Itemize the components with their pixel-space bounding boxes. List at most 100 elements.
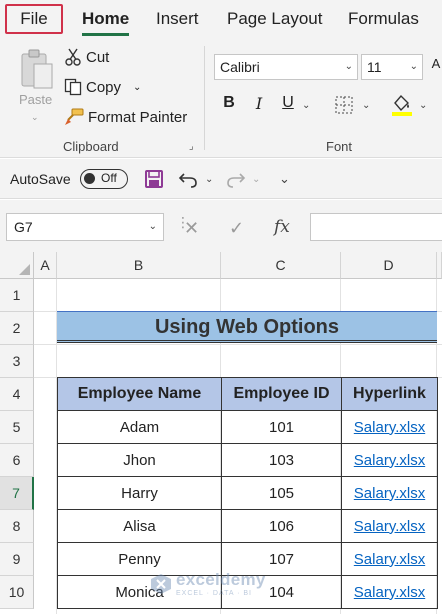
hyperlink[interactable]: Salary.xlsx [354, 551, 425, 568]
hyperlink-cell[interactable]: Salary.xlsx [341, 476, 438, 510]
employee-name-cell[interactable]: Jhon [57, 443, 222, 477]
cancel-icon[interactable]: ✕ [184, 218, 199, 239]
employee-id-cell[interactable]: 106 [221, 509, 342, 543]
tab-home[interactable]: Home [82, 9, 130, 36]
underline-button[interactable]: U [278, 94, 298, 112]
table-header-row: Employee Name Employee ID Hyperlink [57, 377, 438, 411]
chevron-down-icon: ⌄ [344, 61, 353, 72]
hyperlink[interactable]: Salary.xlsx [354, 485, 425, 502]
copy-icon [64, 78, 82, 96]
row-header[interactable]: 5 [0, 411, 34, 444]
italic-button[interactable]: I [249, 94, 269, 113]
copy-button[interactable]: Copy ⌄ [64, 78, 141, 96]
row-header[interactable]: 3 [0, 345, 34, 378]
paste-icon[interactable] [18, 48, 54, 90]
hyperlink[interactable]: Salary.xlsx [354, 518, 425, 535]
column-header-b[interactable]: B [57, 252, 221, 279]
undo-icon[interactable] [178, 169, 198, 189]
cut-button[interactable]: Cut [64, 48, 109, 66]
redo-dropdown-icon[interactable]: ⌄ [252, 174, 260, 185]
increase-font-size-icon[interactable]: A [426, 56, 442, 71]
row-header[interactable]: 2 [0, 312, 34, 345]
group-separator [204, 46, 205, 150]
tab-formulas[interactable]: Formulas [348, 9, 419, 29]
toggle-knob [84, 173, 95, 184]
header-employee-id[interactable]: Employee ID [221, 377, 342, 411]
row-header-active[interactable]: 7 [0, 477, 34, 510]
hyperlink-cell[interactable]: Salary.xlsx [341, 575, 438, 609]
save-icon[interactable] [144, 169, 164, 189]
table-row: Adam 101 Salary.xlsx [57, 410, 438, 444]
chevron-down-icon: ⌄ [409, 61, 418, 72]
formula-input[interactable] [310, 213, 442, 241]
font-name-select[interactable]: Calibri ⌄ [214, 54, 358, 80]
column-header-d[interactable]: D [341, 252, 437, 279]
formula-bar: G7 ⌄ ⋮ ✕ ✓ fx [0, 200, 442, 252]
fill-color-dropdown-icon[interactable]: ⌄ [419, 100, 427, 111]
font-size-value: 11 [367, 59, 382, 75]
select-all-button[interactable] [0, 252, 34, 279]
hyperlink[interactable]: Salary.xlsx [354, 584, 425, 601]
row-header[interactable]: 4 [0, 378, 34, 411]
ribbon: Paste ⌄ Cut Copy ⌄ Format Painter Clipbo… [0, 38, 442, 158]
insert-function-button[interactable]: fx [274, 217, 290, 237]
font-size-select[interactable]: 11 ⌄ [361, 54, 423, 80]
tab-insert[interactable]: Insert [156, 9, 199, 29]
employee-name-cell[interactable]: Adam [57, 410, 222, 444]
hyperlink-cell[interactable]: Salary.xlsx [341, 509, 438, 543]
name-box-value: G7 [14, 219, 33, 235]
hyperlink-cell[interactable]: Salary.xlsx [341, 443, 438, 477]
autosave-toggle[interactable]: Off [80, 169, 128, 189]
format-painter-button[interactable]: Format Painter [64, 108, 187, 126]
underline-dropdown-icon[interactable]: ⌄ [302, 100, 310, 111]
header-hyperlink[interactable]: Hyperlink [341, 377, 438, 411]
paste-button[interactable]: Paste [19, 92, 52, 107]
bold-button[interactable]: B [219, 94, 239, 112]
watermark-tagline: EXCEL · DATA · BI [176, 590, 252, 597]
name-box[interactable]: G7 ⌄ [6, 213, 164, 241]
worksheet-grid[interactable]: A B C D 1 2 3 4 5 6 7 8 9 10 Using Web O… [0, 252, 442, 614]
row-header[interactable]: 9 [0, 543, 34, 576]
employee-id-cell[interactable]: 101 [221, 410, 342, 444]
font-name-value: Calibri [220, 59, 260, 75]
sheet-title-cell[interactable]: Using Web Options [57, 311, 437, 343]
row-header[interactable]: 6 [0, 444, 34, 477]
dialog-launcher-icon[interactable]: ⌟ [189, 141, 194, 152]
borders-icon[interactable] [334, 95, 354, 115]
column-header-c[interactable]: C [221, 252, 341, 279]
employee-name-cell[interactable]: Alisa [57, 509, 222, 543]
paintbrush-icon [65, 108, 84, 125]
ribbon-tabs: File Home Insert Page Layout Formulas [0, 0, 442, 38]
copy-label: Copy [86, 78, 122, 96]
cut-label: Cut [86, 48, 110, 66]
redo-icon[interactable] [226, 169, 246, 189]
row-header[interactable]: 10 [0, 576, 34, 609]
hyperlink[interactable]: Salary.xlsx [354, 419, 425, 436]
hyperlink[interactable]: Salary.xlsx [354, 452, 425, 469]
watermark: exceldemy EXCEL · DATA · BI [150, 570, 266, 597]
borders-dropdown-icon[interactable]: ⌄ [362, 100, 370, 111]
table-row: Alisa 106 Salary.xlsx [57, 509, 438, 543]
chevron-down-icon: ⌄ [148, 221, 157, 232]
scissors-icon [65, 48, 81, 66]
employee-id-cell[interactable]: 103 [221, 443, 342, 477]
header-employee-name[interactable]: Employee Name [57, 377, 222, 411]
undo-dropdown-icon[interactable]: ⌄ [205, 174, 213, 185]
paste-dropdown-icon[interactable]: ⌄ [31, 112, 39, 123]
tab-page-layout[interactable]: Page Layout [227, 9, 322, 29]
customize-toolbar-icon[interactable]: ⌄ [279, 171, 290, 187]
quick-access-toolbar: AutoSave Off ⌄ ⌄ ⌄ [0, 159, 442, 199]
row-header[interactable]: 1 [0, 279, 34, 312]
column-header-e[interactable] [437, 252, 442, 279]
tab-file[interactable]: File [5, 4, 63, 34]
column-header-a[interactable]: A [34, 252, 57, 279]
row-header[interactable]: 8 [0, 510, 34, 543]
hyperlink-cell[interactable]: Salary.xlsx [341, 410, 438, 444]
enter-icon[interactable]: ✓ [229, 218, 244, 239]
fill-color-icon[interactable] [391, 93, 413, 117]
hyperlink-cell[interactable]: Salary.xlsx [341, 542, 438, 576]
employee-id-cell[interactable]: 105 [221, 476, 342, 510]
employee-name-cell[interactable]: Harry [57, 476, 222, 510]
format-painter-label: Format Painter [88, 108, 188, 126]
copy-dropdown-icon[interactable]: ⌄ [133, 82, 141, 93]
